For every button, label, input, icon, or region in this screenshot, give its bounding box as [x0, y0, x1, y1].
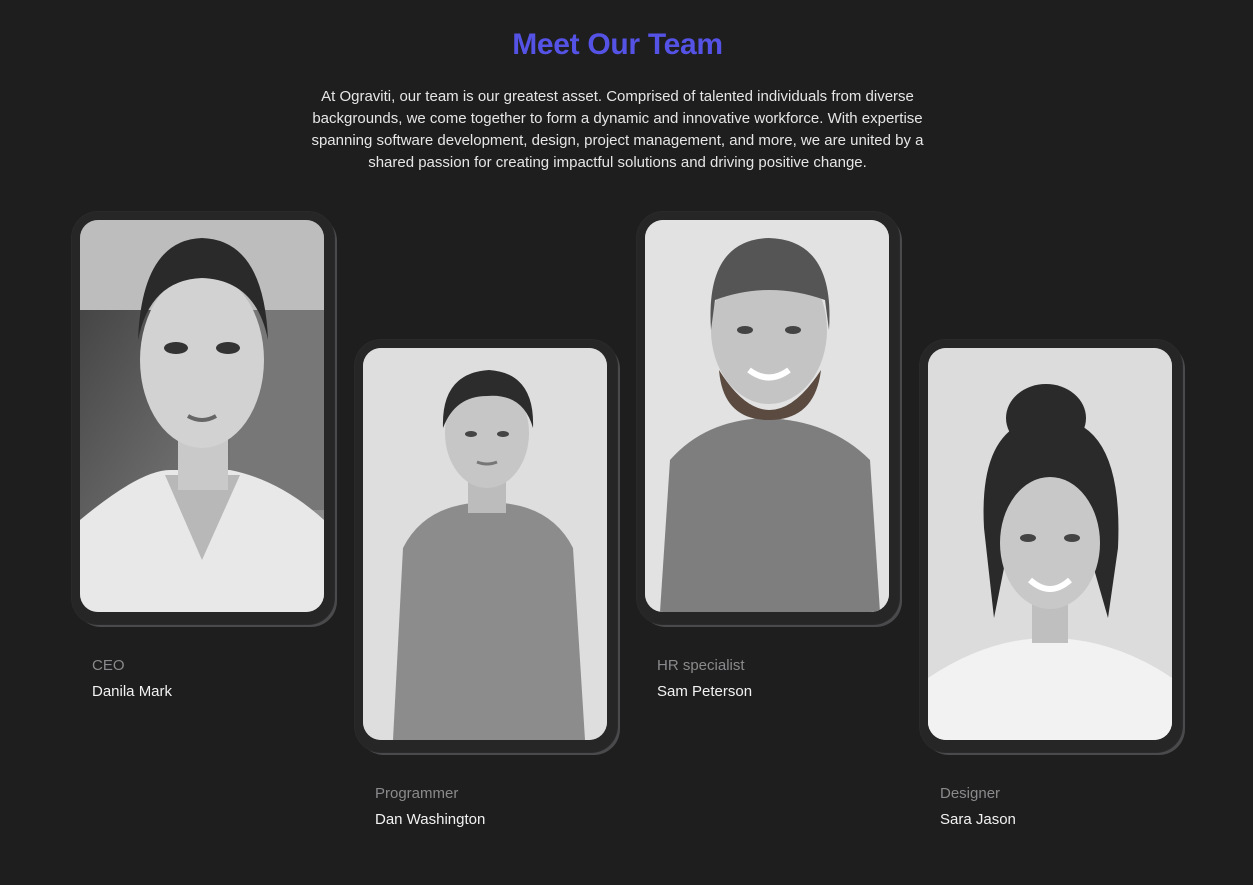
member-name: Sara Jason: [940, 811, 1016, 828]
team-member-card[interactable]: Designer Sara Jason: [920, 340, 1182, 828]
member-role: Designer: [940, 785, 1001, 802]
team-member-card[interactable]: Programmer Dan Washington: [355, 340, 617, 828]
team-section: Meet Our Team At Ograviti, our team is o…: [0, 0, 1253, 885]
member-name: Danila Mark: [92, 683, 173, 700]
member-photo: [80, 220, 324, 612]
photo-frame: [637, 212, 899, 624]
member-name: Sam Peterson: [657, 683, 753, 700]
team-member-card[interactable]: HR specialist Sam Peterson: [637, 212, 899, 700]
member-role: HR specialist: [657, 657, 745, 674]
member-photo: [928, 348, 1172, 740]
member-role: CEO: [92, 657, 125, 674]
team-member-card[interactable]: CEO Danila Mark: [72, 212, 334, 700]
member-photo: [363, 348, 607, 740]
member-role: Programmer: [375, 785, 459, 802]
photo-frame: [72, 212, 334, 624]
member-photo: [645, 220, 889, 612]
member-name: Dan Washington: [375, 811, 486, 828]
photo-frame: [355, 340, 617, 752]
section-title: Meet Our Team: [512, 28, 723, 61]
section-description: At Ograviti, our team is our greatest as…: [311, 88, 924, 171]
photo-frame: [920, 340, 1182, 752]
